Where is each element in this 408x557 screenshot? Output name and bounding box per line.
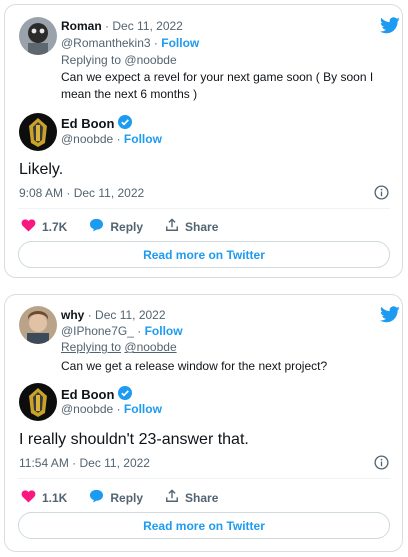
author-name[interactable]: Ed Boon <box>61 387 114 402</box>
tweet-text: I really shouldn't 23-answer that. <box>19 431 249 448</box>
tweet-timestamp[interactable]: 9:08 AM · Dec 11, 2022 <box>19 186 144 200</box>
info-icon[interactable] <box>374 185 389 205</box>
follow-button[interactable]: Follow <box>124 402 162 416</box>
quoted-date[interactable]: Dec 11, 2022 <box>95 308 166 322</box>
quoted-handle-row: @Romanthekin3 · Follow <box>61 36 200 50</box>
follow-button[interactable]: Follow <box>145 324 183 338</box>
tweet-card: why · Dec 11, 2022 @IPhone7G_ · Follow R… <box>4 294 403 552</box>
read-more-button[interactable]: Read more on Twitter <box>18 241 390 268</box>
author-handle[interactable]: @noobde <box>61 402 113 416</box>
divider <box>18 208 390 209</box>
quoted-date[interactable]: Dec 11, 2022 <box>112 19 183 33</box>
share-icon <box>165 218 179 235</box>
avatar[interactable] <box>19 113 57 151</box>
replying-to: Replying to @noobde <box>61 53 177 67</box>
avatar[interactable] <box>19 306 57 344</box>
replying-to: Replying to @noobde <box>61 340 177 354</box>
author-name-row: Ed Boon <box>61 386 133 403</box>
quoted-text: Can we expect a revel for your next game… <box>61 70 374 101</box>
author-handle-row: @noobde · Follow <box>61 132 162 146</box>
read-more-button[interactable]: Read more on Twitter <box>18 512 390 539</box>
share-label: Share <box>185 490 219 505</box>
share-label: Share <box>185 219 219 234</box>
reply-bubble-icon <box>89 489 104 506</box>
quoted-handle[interactable]: @IPhone7G_ <box>61 324 134 338</box>
verified-badge-icon <box>118 386 133 403</box>
quoted-name-row: why · Dec 11, 2022 <box>61 308 166 322</box>
action-bar: 1.7K Reply Share <box>21 218 240 235</box>
tweet-text: Likely. <box>19 161 64 178</box>
tweet-card: Roman · Dec 11, 2022 @Romanthekin3 · Fol… <box>4 4 403 278</box>
follow-button[interactable]: Follow <box>161 36 199 50</box>
follow-button[interactable]: Follow <box>124 132 162 146</box>
verified-badge-icon <box>118 115 133 132</box>
divider <box>18 478 390 479</box>
quoted-text: Can we get a release window for the next… <box>61 359 328 373</box>
replying-to-user[interactable]: @noobde <box>124 340 176 354</box>
heart-icon <box>21 218 36 235</box>
info-icon[interactable] <box>374 455 389 475</box>
replying-to-label: Replying to <box>61 340 122 354</box>
reply-label: Reply <box>110 490 144 505</box>
quoted-handle-row: @IPhone7G_ · Follow <box>61 324 183 338</box>
like-count: 1.7K <box>42 219 68 234</box>
like-count: 1.1K <box>42 490 68 505</box>
share-button[interactable]: Share <box>165 489 218 506</box>
tweet-timestamp[interactable]: 11:54 AM · Dec 11, 2022 <box>19 456 150 470</box>
reply-label: Reply <box>110 219 144 234</box>
like-button[interactable]: 1.7K <box>21 218 67 235</box>
author-name[interactable]: Ed Boon <box>61 116 114 131</box>
heart-icon <box>21 489 36 506</box>
author-name-row: Ed Boon <box>61 115 133 132</box>
reply-button[interactable]: Reply <box>89 489 143 506</box>
share-button[interactable]: Share <box>165 218 218 235</box>
author-handle-row: @noobde · Follow <box>61 402 162 416</box>
avatar[interactable] <box>19 383 57 421</box>
twitter-bird-icon[interactable] <box>380 17 400 39</box>
reply-button[interactable]: Reply <box>89 218 143 235</box>
quoted-author-name[interactable]: Roman <box>61 19 102 33</box>
quoted-author-name[interactable]: why <box>61 308 84 322</box>
share-icon <box>165 489 179 506</box>
author-handle[interactable]: @noobde <box>61 132 113 146</box>
replying-to-label: Replying to <box>61 53 122 67</box>
quoted-handle[interactable]: @Romanthekin3 <box>61 36 151 50</box>
replying-to-user[interactable]: @noobde <box>124 53 176 67</box>
reply-bubble-icon <box>89 218 104 235</box>
avatar[interactable] <box>19 17 57 55</box>
like-button[interactable]: 1.1K <box>21 489 67 506</box>
quoted-name-row: Roman · Dec 11, 2022 <box>61 19 183 33</box>
action-bar: 1.1K Reply Share <box>21 489 240 506</box>
twitter-bird-icon[interactable] <box>380 306 400 328</box>
